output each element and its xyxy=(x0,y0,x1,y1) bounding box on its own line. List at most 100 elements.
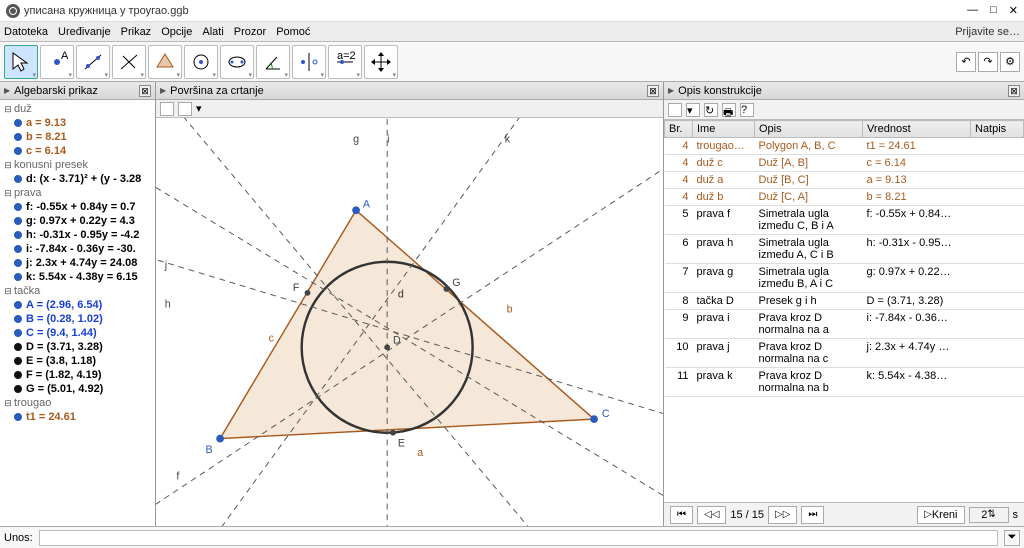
tool-perpendicular[interactable] xyxy=(112,45,146,79)
nav-next[interactable]: ▷▷ xyxy=(768,506,797,524)
menu-tools[interactable]: Alati xyxy=(202,26,223,38)
axes-icon[interactable] xyxy=(178,102,192,116)
algebra-item[interactable]: C = (9.4, 1.44) xyxy=(0,326,155,340)
algebra-item[interactable]: h: -0.31x - 0.95y = -4.2 xyxy=(0,228,155,242)
menu-help[interactable]: Pomoć xyxy=(276,26,310,38)
visibility-dot[interactable] xyxy=(14,217,22,225)
nav-last[interactable]: ⏭ xyxy=(801,506,824,524)
export-icon[interactable]: ↻ xyxy=(704,103,718,117)
protocol-row[interactable]: 11prava kPrava kroz D normalna na bk: 5.… xyxy=(665,368,1024,397)
visibility-dot[interactable] xyxy=(14,301,22,309)
visibility-dot[interactable] xyxy=(14,343,22,351)
menu-view[interactable]: Prikaz xyxy=(121,26,152,38)
algebra-item[interactable]: E = (3.8, 1.18) xyxy=(0,354,155,368)
algebra-group[interactable]: ⊟trougao xyxy=(0,396,155,410)
columns-icon[interactable] xyxy=(668,103,682,117)
algebra-item[interactable]: b = 8.21 xyxy=(0,130,155,144)
protocol-row[interactable]: 4trougao…Polygon A, B, Ct1 = 24.61 xyxy=(665,138,1024,155)
visibility-dot[interactable] xyxy=(14,245,22,253)
protocol-table[interactable]: Br. Ime Opis Vrednost Natpis 4trougao…Po… xyxy=(664,120,1024,502)
tool-reflect[interactable] xyxy=(292,45,326,79)
visibility-dot[interactable] xyxy=(14,147,22,155)
visibility-dot[interactable] xyxy=(14,413,22,421)
algebra-item[interactable]: g: 0.97x + 0.22y = 4.3 xyxy=(0,214,155,228)
protocol-row[interactable]: 4duž bDuž [C, A]b = 8.21 xyxy=(665,189,1024,206)
graphics-header[interactable]: ▶ Površina za crtanje ⊠ xyxy=(156,82,663,100)
col-ime[interactable]: Ime xyxy=(693,121,755,138)
protocol-row[interactable]: 4duž aDuž [B, C]a = 9.13 xyxy=(665,172,1024,189)
visibility-dot[interactable] xyxy=(14,175,22,183)
input-field[interactable] xyxy=(39,530,998,546)
algebra-item[interactable]: d: (x - 3.71)² + (y - 3.28 xyxy=(0,172,155,186)
redo-button[interactable]: ↷ xyxy=(978,52,998,72)
minimize-button[interactable]: — xyxy=(967,4,978,17)
tool-polygon[interactable] xyxy=(148,45,182,79)
tool-slider[interactable]: a=2 xyxy=(328,45,362,79)
nav-prev[interactable]: ◁◁ xyxy=(697,506,726,524)
graphics-close[interactable]: ⊠ xyxy=(647,85,659,97)
tool-move[interactable] xyxy=(4,45,38,79)
col-natpis[interactable]: Natpis xyxy=(971,121,1024,138)
tool-line[interactable] xyxy=(76,45,110,79)
menu-window[interactable]: Prozor xyxy=(234,26,266,38)
menu-edit[interactable]: Uređivanje xyxy=(58,26,111,38)
signin-link[interactable]: Prijavite se… xyxy=(955,26,1020,38)
algebra-group[interactable]: ⊟konusni presek xyxy=(0,158,155,172)
grid-icon[interactable] xyxy=(160,102,174,116)
settings-button[interactable]: ⚙ xyxy=(1000,52,1020,72)
maximize-button[interactable]: □ xyxy=(990,4,997,17)
visibility-dot[interactable] xyxy=(14,203,22,211)
interval-spinner[interactable]: 2 ⇅ xyxy=(969,507,1009,523)
visibility-dot[interactable] xyxy=(14,119,22,127)
protocol-row[interactable]: 7prava gSimetrala ugla između B, A i Cg:… xyxy=(665,264,1024,293)
algebra-item[interactable]: a = 9.13 xyxy=(0,116,155,130)
tool-circle[interactable] xyxy=(184,45,218,79)
col-opis[interactable]: Opis xyxy=(755,121,863,138)
options-icon[interactable]: ▾ xyxy=(686,103,700,117)
algebra-item[interactable]: t1 = 24.61 xyxy=(0,410,155,424)
protocol-row[interactable]: 8tačka DPresek g i hD = (3.71, 3.28) xyxy=(665,293,1024,310)
visibility-dot[interactable] xyxy=(14,231,22,239)
algebra-item[interactable]: F = (1.82, 4.19) xyxy=(0,368,155,382)
algebra-close[interactable]: ⊠ xyxy=(139,85,151,97)
visibility-dot[interactable] xyxy=(14,357,22,365)
menu-file[interactable]: Datoteka xyxy=(4,26,48,38)
tool-point[interactable]: A xyxy=(40,45,74,79)
visibility-dot[interactable] xyxy=(14,133,22,141)
visibility-dot[interactable] xyxy=(14,259,22,267)
menu-options[interactable]: Opcije xyxy=(161,26,192,38)
algebra-item[interactable]: A = (2.96, 6.54) xyxy=(0,298,155,312)
visibility-dot[interactable] xyxy=(14,315,22,323)
algebra-item[interactable]: D = (3.71, 3.28) xyxy=(0,340,155,354)
visibility-dot[interactable] xyxy=(14,329,22,337)
algebra-item[interactable]: k: 5.54x - 4.38y = 6.15 xyxy=(0,270,155,284)
visibility-dot[interactable] xyxy=(14,273,22,281)
visibility-dot[interactable] xyxy=(14,371,22,379)
tool-move-view[interactable] xyxy=(364,45,398,79)
help-icon[interactable]: ? xyxy=(740,103,754,117)
visibility-dot[interactable] xyxy=(14,385,22,393)
algebra-item[interactable]: i: -7.84x - 0.36y = -30. xyxy=(0,242,155,256)
algebra-item[interactable]: B = (0.28, 1.02) xyxy=(0,312,155,326)
col-br[interactable]: Br. xyxy=(665,121,693,138)
algebra-item[interactable]: c = 6.14 xyxy=(0,144,155,158)
graphics-canvas[interactable]: A B C D E F G a b c d f g h i j k xyxy=(156,118,663,526)
protocol-row[interactable]: 6prava hSimetrala ugla između A, C i Bh:… xyxy=(665,235,1024,264)
protocol-row[interactable]: 4duž cDuž [A, B]c = 6.14 xyxy=(665,155,1024,172)
protocol-close[interactable]: ⊠ xyxy=(1008,85,1020,97)
graphics-dropdown[interactable]: ▾ xyxy=(196,102,202,115)
algebra-group[interactable]: ⊟prava xyxy=(0,186,155,200)
close-button[interactable]: ✕ xyxy=(1009,4,1018,17)
algebra-item[interactable]: G = (5.01, 4.92) xyxy=(0,382,155,396)
undo-button[interactable]: ↶ xyxy=(956,52,976,72)
tool-conic[interactable] xyxy=(220,45,254,79)
play-button[interactable]: ▷ Kreni xyxy=(917,506,964,524)
nav-first[interactable]: ⏮ xyxy=(670,506,693,524)
algebra-item[interactable]: j: 2.3x + 4.74y = 24.08 xyxy=(0,256,155,270)
input-help-icon[interactable]: ⏷ xyxy=(1004,530,1020,546)
tool-angle[interactable] xyxy=(256,45,290,79)
protocol-row[interactable]: 9prava iPrava kroz D normalna na ai: -7.… xyxy=(665,310,1024,339)
protocol-header[interactable]: ▶ Opis konstrukcije ⊠ xyxy=(664,82,1024,100)
algebra-header[interactable]: ▶ Algebarski prikaz ⊠ xyxy=(0,82,155,100)
algebra-item[interactable]: f: -0.55x + 0.84y = 0.7 xyxy=(0,200,155,214)
